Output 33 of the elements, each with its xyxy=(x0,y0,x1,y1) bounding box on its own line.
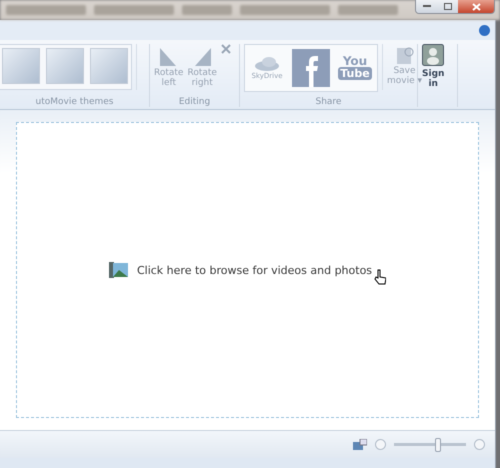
slider-thumb[interactable] xyxy=(434,438,441,452)
rotate-button[interactable]: Rotate right xyxy=(187,44,217,88)
group-label: Editing xyxy=(178,97,212,107)
browser-tab[interactable] xyxy=(240,5,330,15)
sign-in-button[interactable]: Sign in xyxy=(422,44,444,89)
person-icon xyxy=(422,44,444,66)
close-icon[interactable] xyxy=(220,44,231,54)
minimize-icon xyxy=(422,5,430,8)
browser-tab[interactable] xyxy=(6,5,86,15)
minimize-button[interactable] xyxy=(416,0,437,13)
theme-thumbnail[interactable] xyxy=(90,48,128,84)
maximize-icon xyxy=(444,3,452,10)
close-icon xyxy=(472,2,480,10)
help-icon[interactable] xyxy=(479,24,490,36)
rotate-button[interactable]: Rotate left xyxy=(154,44,184,88)
close-button[interactable] xyxy=(458,0,494,13)
save-movie-button[interactable]: Save movie ▾ xyxy=(387,44,422,86)
f-logo-icon xyxy=(304,55,318,87)
theme-thumbnail[interactable] xyxy=(2,48,40,84)
browse-area[interactable]: Click here to browse for videos and photos xyxy=(16,122,479,418)
photo-film-icon xyxy=(108,260,129,280)
browser-tab[interactable] xyxy=(182,5,232,15)
hand-cursor-icon xyxy=(374,269,386,285)
theme-thumbnail[interactable] xyxy=(46,48,84,84)
group-label: Share xyxy=(314,97,342,107)
facebook-tile[interactable] xyxy=(292,49,330,87)
browser-tab[interactable] xyxy=(94,5,174,15)
group-label: utoMovie themes xyxy=(34,97,114,107)
storyboard-icon[interactable] xyxy=(353,438,367,450)
youtube-tile[interactable]: You Tube xyxy=(336,56,374,80)
cloud-icon xyxy=(254,56,280,72)
browser-tab[interactable] xyxy=(338,5,398,15)
maximize-button[interactable] xyxy=(437,0,458,13)
